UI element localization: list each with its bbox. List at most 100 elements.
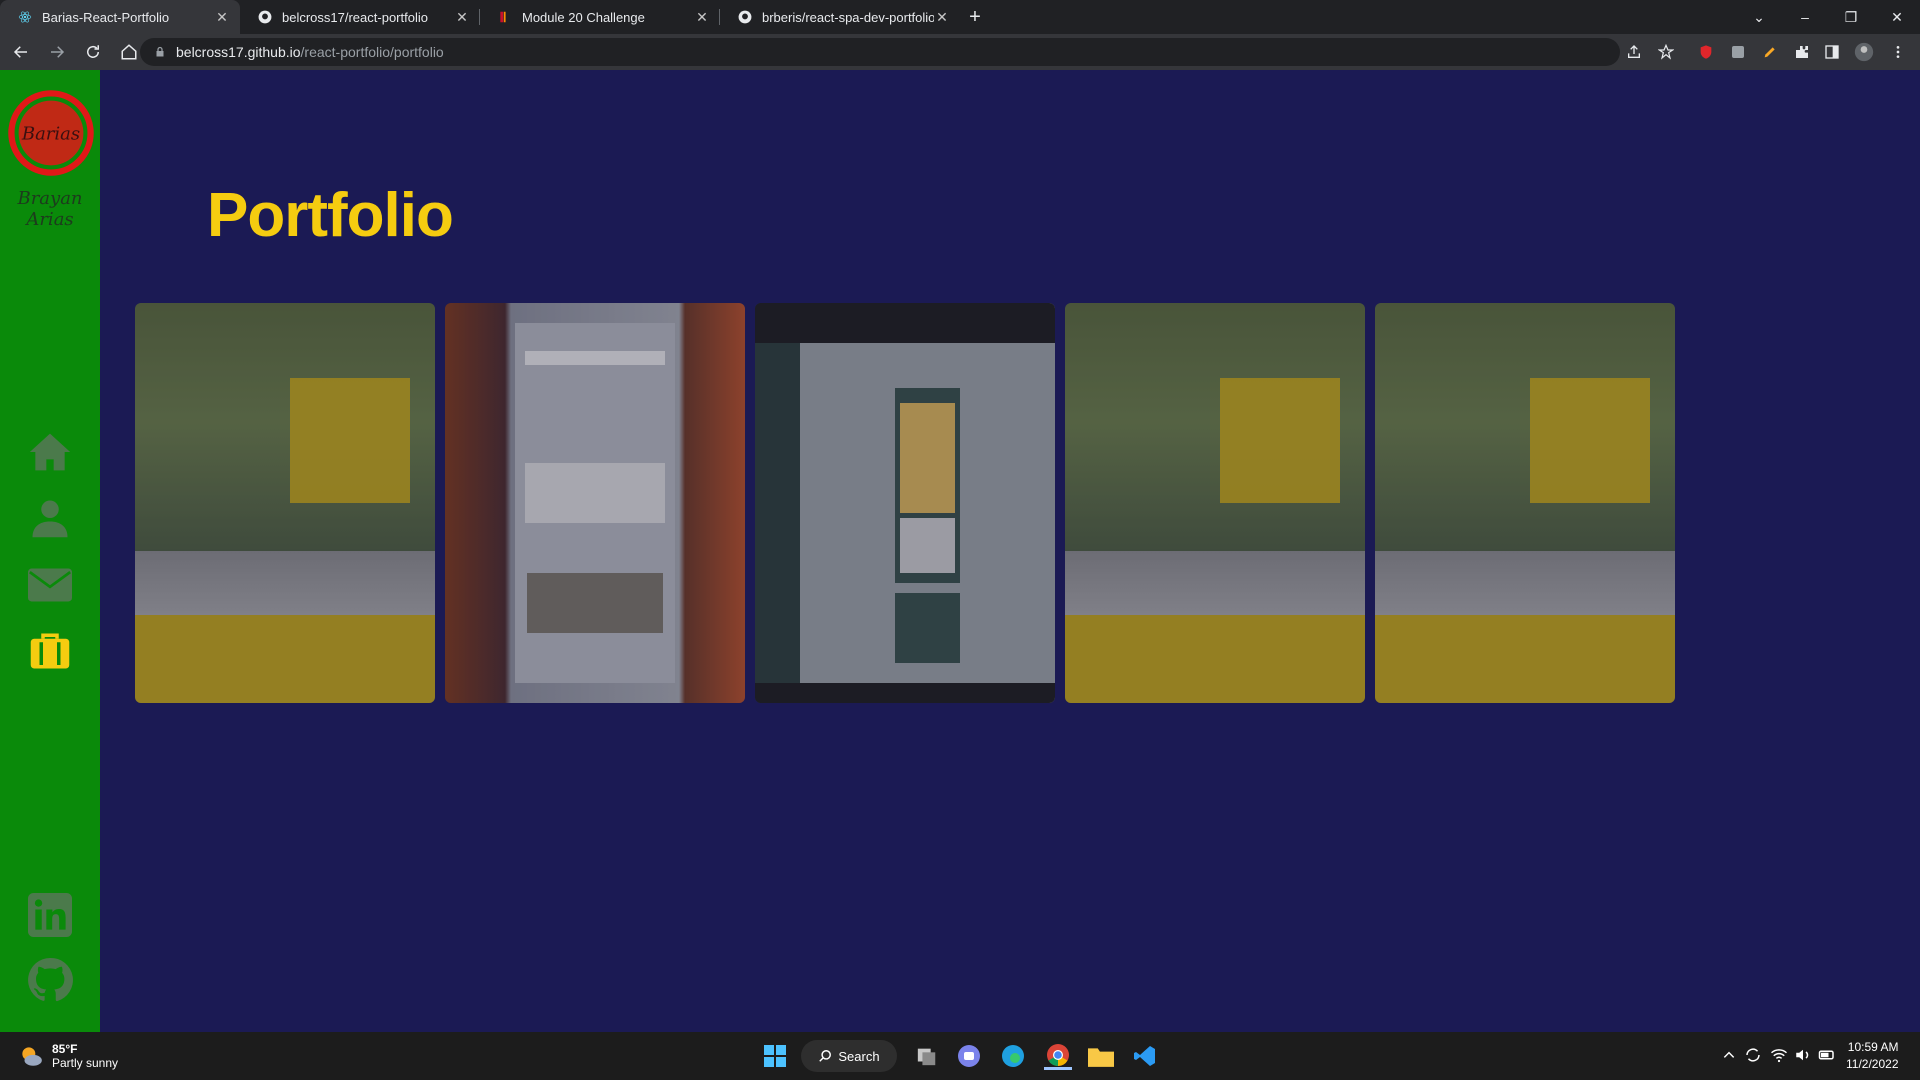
back-button[interactable] <box>6 37 36 67</box>
sync-icon[interactable] <box>1744 1046 1762 1069</box>
github-icon <box>258 10 272 24</box>
search-label: Search <box>838 1048 880 1064</box>
bookmark-button[interactable] <box>1654 40 1678 64</box>
search-icon <box>819 1050 832 1062</box>
new-tab-button[interactable]: + <box>960 0 990 34</box>
volume-icon[interactable] <box>1794 1046 1812 1069</box>
sun-cloud-icon <box>22 1047 42 1066</box>
lock-icon <box>156 46 164 57</box>
tab-title: brberis/react-spa-dev-portfolio-g <box>762 9 934 25</box>
windows-icon <box>764 1045 786 1067</box>
side-panel-icon <box>1825 45 1839 59</box>
tab-close-icon[interactable]: ✕ <box>934 9 950 26</box>
nav-about[interactable] <box>25 493 75 543</box>
puzzle-piece-icon <box>1732 46 1744 58</box>
sidebar: Barias Brayan Arias <box>0 70 100 1032</box>
taskbar-search[interactable]: Search <box>801 1040 897 1072</box>
tab-close-icon[interactable]: ✕ <box>694 9 710 26</box>
browser-tab-module-challenge[interactable]: Module 20 Challenge ✕ <box>480 0 720 34</box>
arrow-left-icon <box>13 46 27 58</box>
url-path: /react-portfolio/portfolio <box>300 44 444 60</box>
chat-icon <box>958 1045 980 1067</box>
browser-tab-github-reference[interactable]: brberis/react-spa-dev-portfolio-g ✕ <box>720 0 960 34</box>
restore-button[interactable]: ❐ <box>1828 0 1874 34</box>
logo-text: Barias <box>21 123 80 144</box>
weather-description: Partly sunny <box>52 1056 119 1070</box>
teams-button[interactable] <box>955 1042 983 1070</box>
clock[interactable]: 10:59 AM 11/2/2022 <box>1846 1039 1899 1073</box>
nav-contact[interactable] <box>25 560 75 610</box>
puzzle-icon <box>1796 46 1808 58</box>
code-editor-icon <box>1134 1046 1155 1066</box>
extension-button[interactable] <box>1758 40 1782 64</box>
tab-search-button[interactable]: ⌄ <box>1736 0 1782 34</box>
logo-subtitle: Brayan Arias <box>17 188 83 230</box>
share-button[interactable] <box>1622 40 1646 64</box>
profile-button[interactable] <box>1852 40 1876 64</box>
minimize-button[interactable]: – <box>1782 0 1828 34</box>
briefcase-icon <box>30 633 70 669</box>
weather-widget[interactable]: 85°F Partly sunny <box>18 1042 118 1070</box>
github-icon <box>28 957 73 1002</box>
browser-tab-portfolio[interactable]: Barias-React-Portfolio ✕ <box>0 0 240 34</box>
home-icon <box>29 433 71 471</box>
nav-home[interactable] <box>25 427 75 477</box>
browser-tab-bar: Barias-React-Portfolio ✕ belcross17/reac… <box>0 0 1920 34</box>
extension-button[interactable] <box>1694 40 1718 64</box>
chevron-up-icon[interactable] <box>1722 1048 1736 1067</box>
project-card[interactable] <box>135 303 435 703</box>
extension-button[interactable] <box>1726 40 1750 64</box>
arrow-right-icon <box>51 46 65 58</box>
share-icon <box>1628 45 1640 58</box>
battery-icon[interactable] <box>1818 1046 1836 1069</box>
start-button[interactable] <box>761 1042 789 1070</box>
browser-tab-github-repo[interactable]: belcross17/react-portfolio ✕ <box>240 0 480 34</box>
star-icon <box>1658 44 1674 60</box>
logo-icon[interactable]: Barias <box>6 88 96 178</box>
user-icon <box>32 500 68 538</box>
react-icon <box>18 11 32 23</box>
tab-close-icon[interactable]: ✕ <box>454 9 470 26</box>
folder-icon <box>1088 1048 1114 1067</box>
github-link[interactable] <box>25 955 75 1005</box>
chrome-button[interactable] <box>1044 1042 1072 1070</box>
side-panel-button[interactable] <box>1820 40 1844 64</box>
linkedin-link[interactable] <box>25 890 75 940</box>
edge-button[interactable] <box>999 1042 1027 1070</box>
tab-title: belcross17/react-portfolio <box>282 9 428 25</box>
browser-menu-button[interactable] <box>1886 40 1910 64</box>
linkedin-icon <box>28 893 72 937</box>
file-explorer-button[interactable] <box>1087 1042 1115 1070</box>
extensions-menu-button[interactable] <box>1790 40 1814 64</box>
envelope-icon <box>28 568 72 602</box>
forward-button[interactable] <box>42 37 72 67</box>
avatar-icon <box>1854 42 1874 62</box>
task-view-button[interactable] <box>913 1042 941 1070</box>
tab-title: Barias-React-Portfolio <box>42 9 170 25</box>
pencil-icon <box>1764 47 1775 58</box>
tab-title: Module 20 Challenge <box>522 9 645 25</box>
tab-close-icon[interactable]: ✕ <box>214 9 230 26</box>
reload-button[interactable] <box>78 37 108 67</box>
edge-icon <box>1002 1045 1024 1067</box>
kebab-menu-icon <box>1896 46 1900 58</box>
project-card[interactable] <box>1375 303 1675 703</box>
close-window-button[interactable]: ✕ <box>1874 0 1920 34</box>
university-icon <box>500 11 506 23</box>
project-card[interactable] <box>755 303 1055 703</box>
clock-date: 11/2/2022 <box>1846 1057 1899 1071</box>
home-icon <box>121 44 137 60</box>
page-title: Portfolio <box>207 181 454 250</box>
browser-toolbar: belcross17.github.io/react-portfolio/por… <box>0 34 1920 70</box>
vscode-button[interactable] <box>1131 1042 1159 1070</box>
task-view-icon <box>917 1048 936 1066</box>
github-icon <box>738 10 752 24</box>
project-card[interactable] <box>445 303 745 703</box>
taskbar: 85°F Partly sunny Search 10:59 AM 11/2/2… <box>0 1032 1920 1080</box>
nav-portfolio[interactable] <box>25 626 75 676</box>
wifi-icon[interactable] <box>1770 1046 1788 1069</box>
address-bar[interactable]: belcross17.github.io/react-portfolio/por… <box>140 38 1620 66</box>
project-card[interactable] <box>1065 303 1365 703</box>
clock-time: 10:59 AM <box>1847 1040 1899 1054</box>
shield-icon <box>1700 45 1712 59</box>
